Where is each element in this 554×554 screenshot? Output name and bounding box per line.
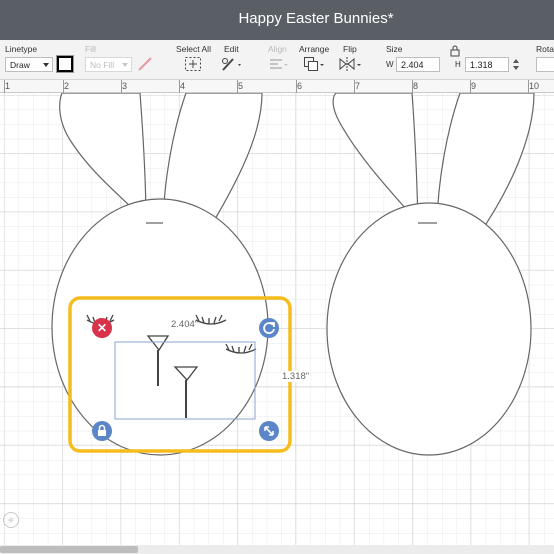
select-all-icon[interactable]: [184, 56, 202, 72]
document-title: Happy Easter Bunnies*: [238, 10, 394, 27]
close-icon: ✕: [96, 321, 108, 335]
ruler-number: 6: [297, 81, 303, 91]
align-label: Align: [268, 44, 287, 54]
ruler-number: 2: [64, 81, 70, 91]
height-input[interactable]: 1.318: [465, 57, 509, 72]
height-stepper[interactable]: [512, 57, 520, 72]
edit-icon[interactable]: [220, 56, 244, 72]
flip-icon[interactable]: [338, 56, 362, 72]
rotate-input[interactable]: [536, 57, 554, 72]
linetype-select[interactable]: Draw: [5, 57, 53, 72]
height-label: H: [455, 60, 461, 69]
line-color-swatch[interactable]: [56, 55, 74, 73]
flip-label: Flip: [343, 44, 357, 54]
fill-label: Fill: [85, 44, 96, 54]
resize-handle[interactable]: [259, 421, 279, 441]
arrange-icon[interactable]: [303, 56, 325, 72]
rotate-label: Rotat: [536, 44, 554, 54]
chevron-down-icon: [43, 63, 49, 67]
width-input[interactable]: 2.404: [396, 57, 440, 72]
ruler-number: 5: [238, 81, 244, 91]
linetype-label: Linetype: [5, 44, 38, 54]
ruler-number: 4: [180, 81, 186, 91]
horizontal-scrollbar[interactable]: [0, 545, 554, 554]
width-label: W: [386, 60, 394, 69]
edit-label: Edit: [224, 44, 239, 54]
ruler-number: 3: [122, 81, 128, 91]
lock-icon: [98, 424, 106, 436]
lock-handle[interactable]: [92, 421, 112, 441]
selection-height-label: 1.318": [281, 371, 311, 382]
ruler-number: 9: [471, 81, 477, 91]
ruler-number: 7: [355, 81, 361, 91]
fill-color-icon[interactable]: [137, 56, 153, 72]
rotate-icon: [263, 322, 275, 334]
resize-icon: [264, 426, 274, 436]
horizontal-ruler: 1 2 3 4 5 6 7 8 9 10: [0, 80, 554, 93]
size-label: Size: [386, 44, 403, 54]
arrange-label: Arrange: [299, 44, 330, 54]
fill-select[interactable]: No Fill: [85, 57, 132, 72]
selection-width-label: 2.404": [171, 319, 199, 330]
ruler-number: 1: [5, 81, 11, 91]
chevron-down-icon: [122, 63, 128, 67]
scrollbar-thumb[interactable]: [0, 546, 138, 553]
lock-aspect-icon[interactable]: [449, 45, 461, 57]
ruler-number: 8: [413, 81, 419, 91]
ruler-number: 10: [529, 81, 540, 91]
select-all-label: Select All: [176, 44, 211, 54]
align-icon[interactable]: [268, 56, 290, 72]
fill-value: No Fill: [90, 60, 115, 70]
design-canvas[interactable]: 2.404" 1.318" ✕: [0, 93, 554, 545]
delete-handle[interactable]: ✕: [92, 318, 112, 338]
rotate-handle[interactable]: [259, 318, 279, 338]
linetype-value: Draw: [10, 60, 30, 70]
zoom-in-icon[interactable]: +: [3, 512, 19, 528]
title-bar: Happy Easter Bunnies*: [0, 0, 554, 40]
